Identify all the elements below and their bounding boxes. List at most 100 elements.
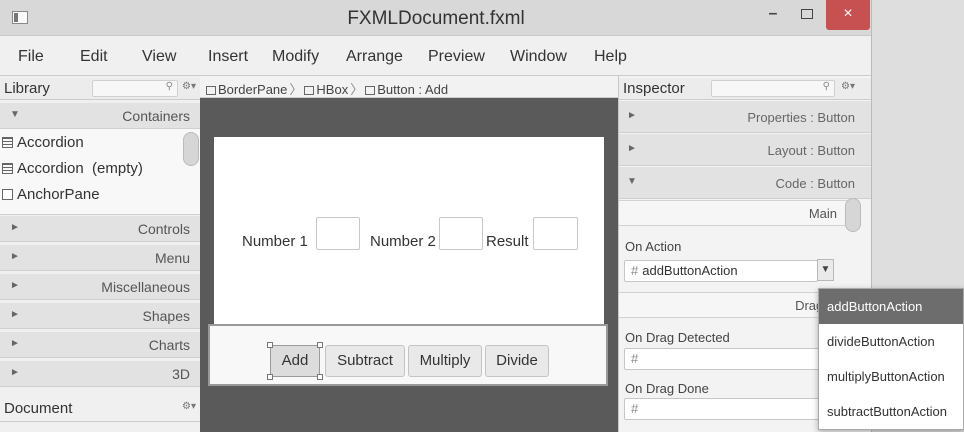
number1-field[interactable]: [316, 217, 360, 250]
section-label: 3D: [172, 366, 190, 382]
anchorpane-icon: [2, 189, 13, 200]
library-section-shapes[interactable]: ► Shapes: [0, 303, 200, 329]
library-scrollbar[interactable]: [183, 132, 199, 166]
menu-view[interactable]: View: [142, 48, 176, 66]
document-title: Document: [4, 400, 73, 417]
inspector-section-layout[interactable]: ► Layout : Button: [619, 134, 871, 166]
library-header: Library ⚲ ⚙▾: [0, 78, 200, 100]
multiply-button[interactable]: Multiply: [408, 345, 482, 377]
borderpane-icon: [206, 86, 216, 95]
library-section-controls[interactable]: ► Controls: [0, 216, 200, 242]
menu-bar: File Edit View Insert Modify Arrange Pre…: [0, 36, 871, 76]
selection-handle[interactable]: [317, 374, 323, 380]
breadcrumb-hbox[interactable]: HBox: [316, 82, 348, 97]
inspector-section-properties[interactable]: ► Properties : Button: [619, 101, 871, 133]
accordion-icon: [2, 137, 13, 148]
dropdown-option-add[interactable]: addButtonAction: [819, 289, 963, 324]
menu-edit[interactable]: Edit: [80, 48, 108, 66]
result-label: Result: [486, 233, 529, 250]
number1-label: Number 1: [242, 233, 308, 250]
on-drag-detected-label: On Drag Detected: [625, 330, 730, 345]
subtract-button[interactable]: Subtract: [325, 345, 405, 377]
selection-handle[interactable]: [267, 374, 273, 380]
hash-icon: #: [631, 263, 639, 278]
item-label: AnchorPane: [17, 186, 100, 203]
menu-preview[interactable]: Preview: [428, 48, 485, 66]
on-action-combo[interactable]: # addButtonAction: [624, 260, 818, 282]
on-action-label: On Action: [625, 239, 682, 254]
document-header: Document ⚙▾: [0, 398, 200, 422]
section-label: Charts: [148, 337, 190, 353]
collapsed-arrow-icon: ►: [10, 222, 20, 233]
menu-file[interactable]: File: [18, 48, 44, 66]
dropdown-option-subtract[interactable]: subtractButtonAction: [819, 394, 963, 429]
result-field[interactable]: [533, 217, 578, 250]
menu-modify[interactable]: Modify: [272, 48, 319, 66]
maximize-icon: [801, 8, 813, 19]
add-button[interactable]: Add: [270, 345, 320, 377]
button-icon: [365, 86, 376, 95]
collapsed-arrow-icon: ►: [10, 251, 20, 262]
search-icon: ⚲: [822, 81, 830, 92]
section-label: Miscellaneous: [101, 279, 190, 295]
expanded-arrow-icon: ▼: [627, 176, 637, 187]
section-label: Shapes: [142, 308, 190, 324]
minimize-button[interactable]: –: [756, 0, 790, 30]
number2-field[interactable]: [439, 217, 483, 250]
collapsed-arrow-icon: ►: [627, 110, 637, 121]
library-item-anchorpane[interactable]: AnchorPane: [2, 186, 100, 210]
on-action-dropdown-list: addButtonAction divideButtonAction multi…: [818, 288, 964, 430]
section-label: Menu: [154, 250, 190, 266]
menu-help[interactable]: Help: [594, 48, 627, 66]
collapsed-arrow-icon: ►: [627, 143, 637, 154]
section-label: Properties : Button: [747, 110, 855, 125]
collapsed-arrow-icon: ►: [10, 309, 20, 320]
inspector-scrollbar[interactable]: [845, 198, 861, 232]
selection-handle[interactable]: [267, 342, 273, 348]
library-section-containers[interactable]: ▼ Containers: [0, 103, 200, 129]
divide-button[interactable]: Divide: [485, 345, 549, 377]
breadcrumb-borderpane[interactable]: BorderPane: [218, 82, 287, 97]
inspector-settings-icon[interactable]: ⚙▾: [841, 81, 855, 92]
dragdrop-section-header: DragDr: [619, 292, 847, 318]
on-drag-done-field[interactable]: #: [624, 398, 834, 420]
accordion-icon: [2, 163, 13, 174]
on-drag-detected-field[interactable]: #: [624, 348, 834, 370]
breadcrumb-separator-icon: 〉: [350, 82, 364, 97]
library-section-3d[interactable]: ► 3D: [0, 361, 200, 387]
library-item-accordion-empty[interactable]: Accordion (empty): [2, 160, 143, 184]
document-settings-icon[interactable]: ⚙▾: [182, 401, 196, 412]
menu-insert[interactable]: Insert: [208, 48, 248, 66]
dropdown-option-multiply[interactable]: multiplyButtonAction: [819, 359, 963, 394]
number2-label: Number 2: [370, 233, 436, 250]
library-item-accordion[interactable]: Accordion: [2, 134, 84, 158]
collapsed-arrow-icon: ►: [10, 338, 20, 349]
hash-icon: #: [631, 401, 639, 416]
menu-window[interactable]: Window: [510, 48, 567, 66]
item-label: Accordion: [17, 134, 84, 151]
title-bar[interactable]: FXMLDocument.fxml – ×: [0, 0, 871, 36]
section-label: Code : Button: [775, 176, 856, 191]
section-label: Controls: [137, 221, 190, 237]
expanded-arrow-icon: ▼: [10, 109, 20, 120]
inspector-title: Inspector: [623, 80, 685, 97]
maximize-button[interactable]: [790, 0, 824, 30]
main-section-header: Main: [619, 200, 847, 226]
library-section-charts[interactable]: ► Charts: [0, 332, 200, 358]
window-title: FXMLDocument.fxml: [347, 8, 525, 29]
library-settings-icon[interactable]: ⚙▾: [182, 81, 196, 92]
inspector-section-code[interactable]: ▼ Code : Button: [619, 167, 871, 199]
combo-dropdown-arrow-icon[interactable]: ▼: [817, 259, 834, 281]
collapsed-arrow-icon: ►: [10, 280, 20, 291]
library-section-miscellaneous[interactable]: ► Miscellaneous: [0, 274, 200, 300]
breadcrumb-separator-icon: 〉: [289, 82, 303, 97]
menu-arrange[interactable]: Arrange: [346, 48, 403, 66]
dropdown-option-divide[interactable]: divideButtonAction: [819, 324, 963, 359]
library-search-input[interactable]: ⚲: [92, 80, 178, 97]
breadcrumb-button[interactable]: Button : Add: [377, 82, 448, 97]
close-button[interactable]: ×: [826, 0, 870, 30]
section-label: Containers: [122, 108, 190, 124]
library-section-menu[interactable]: ► Menu: [0, 245, 200, 271]
inspector-search-input[interactable]: ⚲: [711, 80, 835, 97]
selection-handle[interactable]: [317, 342, 323, 348]
